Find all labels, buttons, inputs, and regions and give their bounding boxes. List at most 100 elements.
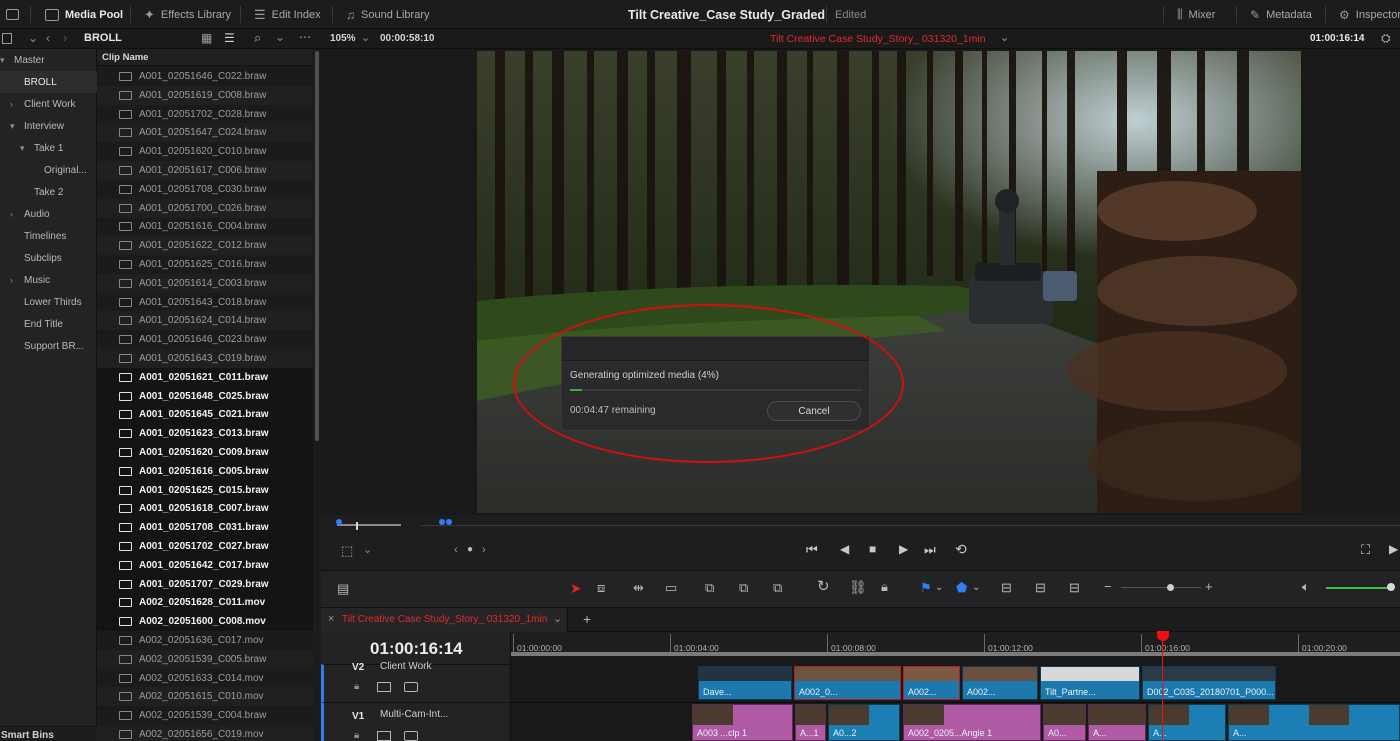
clip-row[interactable]: A001_02051708_C031.braw xyxy=(97,518,313,538)
add-timeline-icon[interactable]: + xyxy=(583,611,591,627)
volume-icon[interactable]: 🔈︎ xyxy=(1302,580,1310,594)
back-icon[interactable]: ‹ xyxy=(46,31,50,45)
more-options-icon[interactable]: ⋯ xyxy=(299,30,311,44)
replace-clip-icon[interactable]: ⧉ xyxy=(773,581,782,595)
clip-row[interactable]: A001_02051623_C013.braw xyxy=(97,424,313,444)
zoom-custom-icon[interactable]: ⊟ xyxy=(1069,581,1080,595)
smart-bins-header[interactable]: Smart Bins xyxy=(0,726,97,741)
clip-row[interactable]: A001_02051624_C014.braw xyxy=(97,311,313,331)
stop-icon[interactable]: ■ xyxy=(869,542,876,556)
volume-handle[interactable] xyxy=(1387,583,1395,591)
crop-icon[interactable]: ⬚ xyxy=(341,543,353,559)
clip-row[interactable]: A001_02051646_C023.braw xyxy=(97,330,313,349)
track-name[interactable]: Multi-Cam-Int... xyxy=(380,709,448,720)
clip-row[interactable]: A002_02051628_C011.mov xyxy=(97,593,313,613)
timeline-clip[interactable]: A... xyxy=(1228,704,1400,741)
tab-timeline[interactable]: × Tilt Creative Case Study_Story_ 031320… xyxy=(321,608,568,632)
clip-row[interactable]: A002_02051633_C014.mov xyxy=(97,669,313,688)
clip-row[interactable]: A001_02051642_C017.braw xyxy=(97,555,313,575)
position-dot-icon[interactable]: ● xyxy=(467,544,473,555)
loop-icon[interactable]: ⟲ xyxy=(955,541,967,558)
bin-support-broll[interactable]: Support BR... xyxy=(24,335,84,357)
bin-audio[interactable]: › Audio xyxy=(10,203,50,225)
in-marker[interactable] xyxy=(336,519,342,525)
trim-tool-icon[interactable]: ⧈ xyxy=(597,581,605,595)
clip-row[interactable]: A001_02051702_C027.braw xyxy=(97,537,313,556)
clip-row[interactable]: A002_02051600_C008.mov xyxy=(97,612,313,632)
zoom-level[interactable]: 105% xyxy=(330,33,356,44)
clip-row[interactable]: A001_02051622_C012.braw xyxy=(97,236,313,256)
clip-row[interactable]: A001_02051620_C009.braw xyxy=(97,443,313,462)
clip-row[interactable]: A001_02051645_C021.braw xyxy=(97,405,313,425)
clip-row[interactable]: A002_02051539_C005.braw xyxy=(97,649,313,669)
clip-row[interactable]: A001_02051625_C016.braw xyxy=(97,255,313,274)
zoom-full-icon[interactable]: ⊟ xyxy=(1001,581,1012,595)
clip-row[interactable]: A001_02051618_C007.braw xyxy=(97,499,313,519)
clip-row[interactable]: A001_02051707_C029.braw xyxy=(97,574,313,594)
cancel-button[interactable]: Cancel xyxy=(767,401,861,421)
search-icon[interactable]: ⌕ xyxy=(254,30,261,46)
next-icon[interactable]: › xyxy=(482,544,486,556)
scrollbar-thumb[interactable] xyxy=(315,51,319,441)
insert-clip-icon[interactable]: ⧉ xyxy=(705,581,714,595)
list-view-icon[interactable]: ☰ xyxy=(224,31,235,45)
zoom-out-icon[interactable]: − xyxy=(1104,580,1112,594)
bin-end-title[interactable]: End Title xyxy=(24,313,63,335)
clip-row[interactable]: A002_02051636_C017.mov xyxy=(97,631,313,650)
flag-chevron-icon[interactable]: ⌄ xyxy=(935,581,943,595)
position-lock-icon[interactable]: 🔒︎ xyxy=(881,580,888,594)
timeline-clip[interactable]: A... xyxy=(1148,704,1226,741)
blade-tool-icon[interactable]: ▭ xyxy=(665,581,677,595)
color-settings-icon[interactable]: ⛭ xyxy=(1381,31,1391,46)
timeline-clip[interactable]: A002... xyxy=(962,666,1038,700)
full-screen-icon[interactable]: ⛶ xyxy=(1361,542,1370,558)
auto-select-icon[interactable] xyxy=(377,682,391,692)
clip-row[interactable]: A001_02051617_C006.braw xyxy=(97,161,313,180)
lock-icon[interactable]: 🔒︎ xyxy=(354,730,359,741)
clip-row[interactable]: A001_02051616_C004.braw xyxy=(97,217,313,236)
track-header-v2[interactable]: V2 Client Work 🔒︎ xyxy=(321,661,511,702)
mixer-button[interactable]: ⫼ Mixer xyxy=(1177,0,1215,29)
thumbnail-view-icon[interactable]: ▦ xyxy=(201,31,212,45)
go-to-start-icon[interactable]: ⏮ xyxy=(806,542,818,558)
bin-broll[interactable]: BROLL xyxy=(0,71,97,93)
sound-library-button[interactable]: ♫ Sound Library xyxy=(346,0,430,29)
clip-row[interactable]: A001_02051646_C022.braw xyxy=(97,67,313,86)
inspector-button[interactable]: ⚙ Inspector xyxy=(1339,0,1400,29)
timeline-clip[interactable]: Dave... xyxy=(698,666,792,700)
workspace-icon[interactable] xyxy=(6,0,19,29)
clip-row[interactable]: A001_02051700_C026.braw xyxy=(97,198,313,218)
bin-timelines[interactable]: Timelines xyxy=(24,225,66,247)
clip-row[interactable]: A001_02051621_C011.braw xyxy=(97,367,313,387)
tab-chevron-icon[interactable]: ⌄ xyxy=(553,612,562,625)
crop-chevron-icon[interactable]: ⌄ xyxy=(363,543,372,556)
viewer-timeline-name[interactable]: Tilt Creative Case Study_Story_ 031320_1… xyxy=(770,33,986,45)
timeline-clip[interactable]: A002... xyxy=(903,666,960,700)
bin-lower-thirds[interactable]: Lower Thirds xyxy=(24,291,82,313)
zoom-slider-handle[interactable] xyxy=(1167,584,1174,591)
lock-icon[interactable]: 🔒︎ xyxy=(354,681,359,692)
viewer-frame[interactable] xyxy=(477,51,1301,513)
track-name[interactable]: Client Work xyxy=(380,661,432,672)
bin-take-1[interactable]: ▾ Take 1 xyxy=(20,137,63,159)
snapping-icon[interactable]: ↻ xyxy=(817,579,830,594)
timeline-select-chevron-icon[interactable]: ⌄ xyxy=(1000,31,1009,44)
track-output-icon[interactable] xyxy=(404,682,418,692)
clip-row[interactable]: A001_02051647_C024.braw xyxy=(97,123,313,143)
selection-tool-icon[interactable]: ➤ xyxy=(570,581,582,595)
effects-library-button[interactable]: ✦ Effects Library xyxy=(144,0,231,29)
clip-row[interactable]: A002_02051656_C019.mov xyxy=(97,725,313,741)
clip-row[interactable]: A001_02051614_C003.braw xyxy=(97,273,313,293)
bin-music[interactable]: › Music xyxy=(10,269,50,291)
scrubber-track[interactable] xyxy=(421,525,1400,526)
next-frame-icon[interactable]: ▶ xyxy=(1389,542,1398,556)
clip-row[interactable]: A001_02051708_C030.braw xyxy=(97,180,313,199)
close-icon[interactable]: × xyxy=(328,613,334,625)
play-reverse-icon[interactable]: ◀ xyxy=(840,542,849,556)
volume-slider[interactable] xyxy=(1326,587,1390,589)
sort-chevron-icon[interactable]: ⌄ xyxy=(275,30,285,44)
zoom-chevron-icon[interactable]: ⌄ xyxy=(361,31,370,44)
clip-name-column-header[interactable]: Clip Name xyxy=(97,49,313,66)
clip-row[interactable]: A001_02051643_C018.braw xyxy=(97,293,313,312)
timeline-clip[interactable]: A002_0205...Angle 1 xyxy=(903,704,1041,741)
